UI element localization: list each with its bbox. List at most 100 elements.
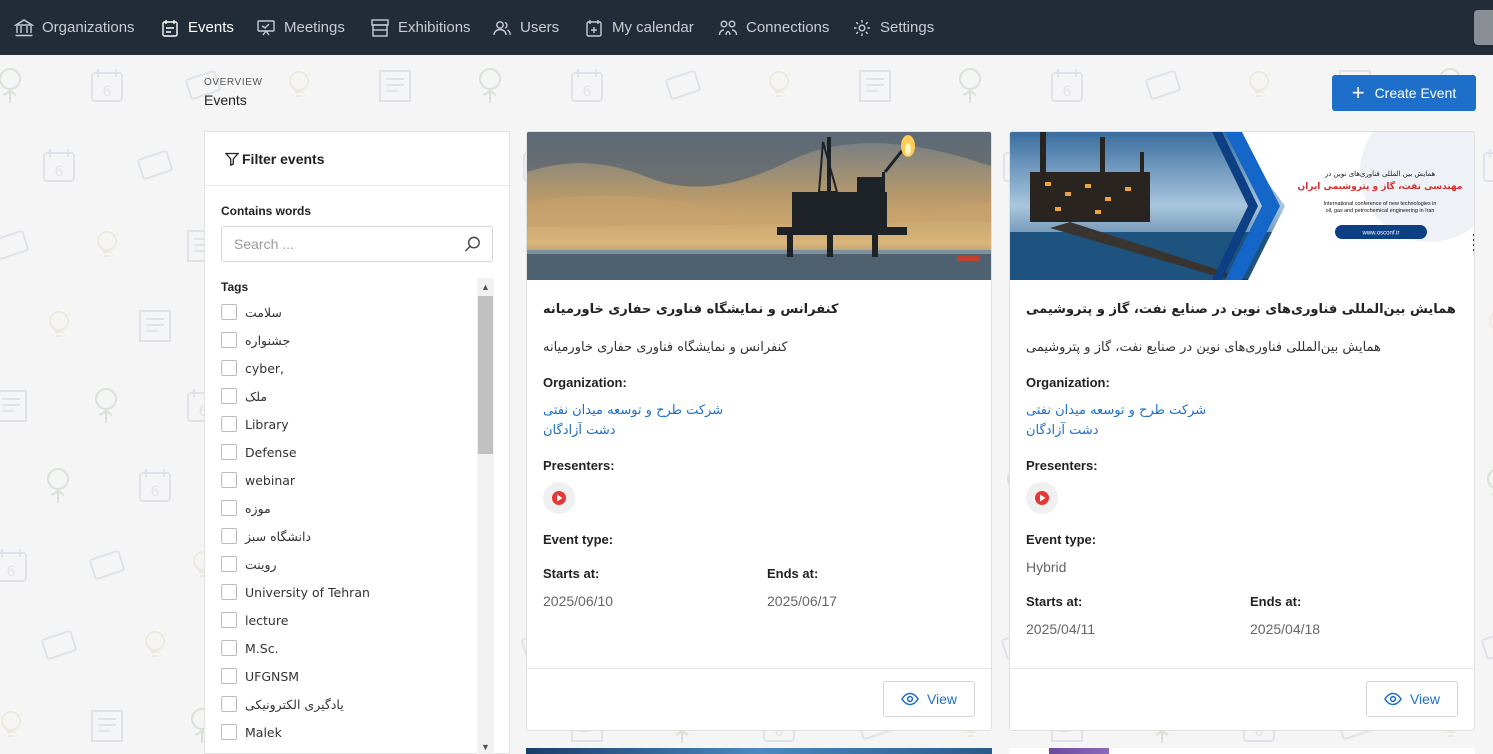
tag-checkbox[interactable] [221,304,237,320]
nav-label: Settings [880,19,935,36]
tag-item[interactable]: University of Tehran [221,578,481,606]
tag-checkbox[interactable] [221,640,237,656]
search-field[interactable] [221,226,493,262]
tag-item[interactable]: سلامت [221,298,481,326]
breadcrumb: OVERVIEW [204,77,263,88]
presenters-label: Presenters: [1026,458,1098,473]
pattern-icon [91,710,123,742]
ends-at-value: 2025/04/18 [1250,621,1321,637]
tag-item[interactable]: روینت [221,550,481,578]
organization-name-line1[interactable]: شرکت طرح و توسعه میدان نفتی [543,401,723,421]
starts-at-value: 2025/04/11 [1026,621,1096,637]
banner-url: www.osconf.ir [1361,231,1399,237]
nav-item-organizations[interactable]: Organizations [14,0,135,55]
tags-label: Tags [221,280,249,294]
tag-label: ملک [245,388,268,404]
scroll-down-icon[interactable]: ▼ [477,738,494,754]
pattern-icon [47,468,69,503]
tag-checkbox[interactable] [221,612,237,628]
create-event-button[interactable]: + Create Event [1332,75,1476,111]
search-input[interactable] [234,236,454,252]
organization-link[interactable]: شرکت طرح و توسعه میدان نفتی دشت آزادگان [1026,401,1206,441]
presenter-avatar[interactable] [1026,482,1058,514]
tag-checkbox[interactable] [221,360,237,376]
nav-item-events[interactable]: Events [160,0,234,55]
event-title: همایش بین‌المللی فناوری‌های نوین در صنای… [1026,302,1456,317]
presenter-avatar[interactable] [543,482,575,514]
top-navigation: Organizations Events Meetings Exhibition… [0,0,1493,55]
page-title: Events [204,92,247,108]
tag-checkbox[interactable] [221,500,237,516]
tag-checkbox[interactable] [221,444,237,460]
nav-item-users[interactable]: Users [492,0,559,55]
tag-list-scrollbar[interactable]: ▲ ▼ [477,278,494,754]
view-event-button[interactable]: View [883,681,975,717]
nav-label: Organizations [42,19,135,36]
tag-item[interactable]: Library [221,410,481,438]
nav-item-settings[interactable]: Settings [852,0,934,55]
event-card-next-row [526,748,992,754]
pattern-icon [41,630,77,660]
tag-item[interactable]: lecture [221,606,481,634]
tag-item[interactable]: Malek [221,718,481,746]
nav-item-exhibitions[interactable]: Exhibitions [370,0,471,55]
scroll-thumb[interactable] [478,296,493,454]
pattern-icon [139,310,171,342]
filter-header: Filter events [205,132,509,186]
tag-label: cyber, [245,360,285,376]
user-menu-button[interactable] [1474,10,1493,45]
tag-item[interactable]: ملک [221,382,481,410]
tag-label: یادگیری الکترونیکی [245,696,344,712]
view-label: View [1409,691,1441,707]
tag-checkbox[interactable] [221,696,237,712]
event-title: کنفرانس و نمایشگاه فناوری حفاری خاورمیان… [543,302,839,317]
tag-checkbox[interactable] [221,472,237,488]
organization-link[interactable]: شرکت طرح و توسعه میدان نفتی دشت آزادگان [543,401,723,441]
nav-label: My calendar [612,19,694,36]
tag-checkbox[interactable] [221,332,237,348]
starts-at-value: 2025/06/10 [543,593,614,609]
tag-item[interactable]: جشنواره [221,326,481,354]
tag-item[interactable]: Defense [221,438,481,466]
tag-item[interactable]: cyber, [221,354,481,382]
organization-name-line2[interactable]: دشت آزادگان [543,421,723,441]
presenters-label: Presenters: [543,458,615,473]
card-footer: View [1010,668,1474,730]
pattern-icon [959,68,981,103]
nav-item-my-calendar[interactable]: My calendar [584,0,694,55]
view-event-button[interactable]: View [1366,681,1458,717]
tag-checkbox[interactable] [221,556,237,572]
tag-item[interactable]: یادگیری الکترونیکی [221,690,481,718]
tag-checkbox[interactable] [221,724,237,740]
search-icon[interactable] [463,235,482,254]
scroll-up-icon[interactable]: ▲ [477,278,494,295]
organization-name-line1[interactable]: شرکت طرح و توسعه میدان نفتی [1026,401,1206,421]
nav-item-meetings[interactable]: Meetings [256,0,345,55]
tag-checkbox[interactable] [221,584,237,600]
svg-text:6: 6 [55,164,64,180]
tag-item[interactable]: دانشگاه سبز [221,522,481,550]
organization-label: Organization: [543,375,627,390]
pattern-icon [0,68,21,103]
event-type-label: Event type: [1026,532,1097,547]
tag-checkbox[interactable] [221,528,237,544]
nav-item-connections[interactable]: Connections [718,0,829,55]
tag-label: سلامت [245,304,282,320]
pattern-icon [769,71,789,97]
tag-item[interactable]: webinar [221,466,481,494]
organization-name-line2[interactable]: دشت آزادگان [1026,421,1206,441]
card-footer: View [527,668,991,730]
tag-checkbox[interactable] [221,416,237,432]
pattern-icon [0,230,29,260]
tag-checkbox[interactable] [221,668,237,684]
tag-checkbox[interactable] [221,388,237,404]
event-image-oil-platform [527,132,991,280]
tag-item[interactable]: UFGNSM [221,662,481,690]
svg-text:6: 6 [7,564,16,580]
svg-text:6: 6 [1063,84,1072,100]
tag-item[interactable]: M.Sc. [221,634,481,662]
tag-item[interactable]: موزه [221,494,481,522]
pattern-icon [95,388,117,423]
pattern-icon [1249,71,1269,97]
organization-label: Organization: [1026,375,1110,390]
